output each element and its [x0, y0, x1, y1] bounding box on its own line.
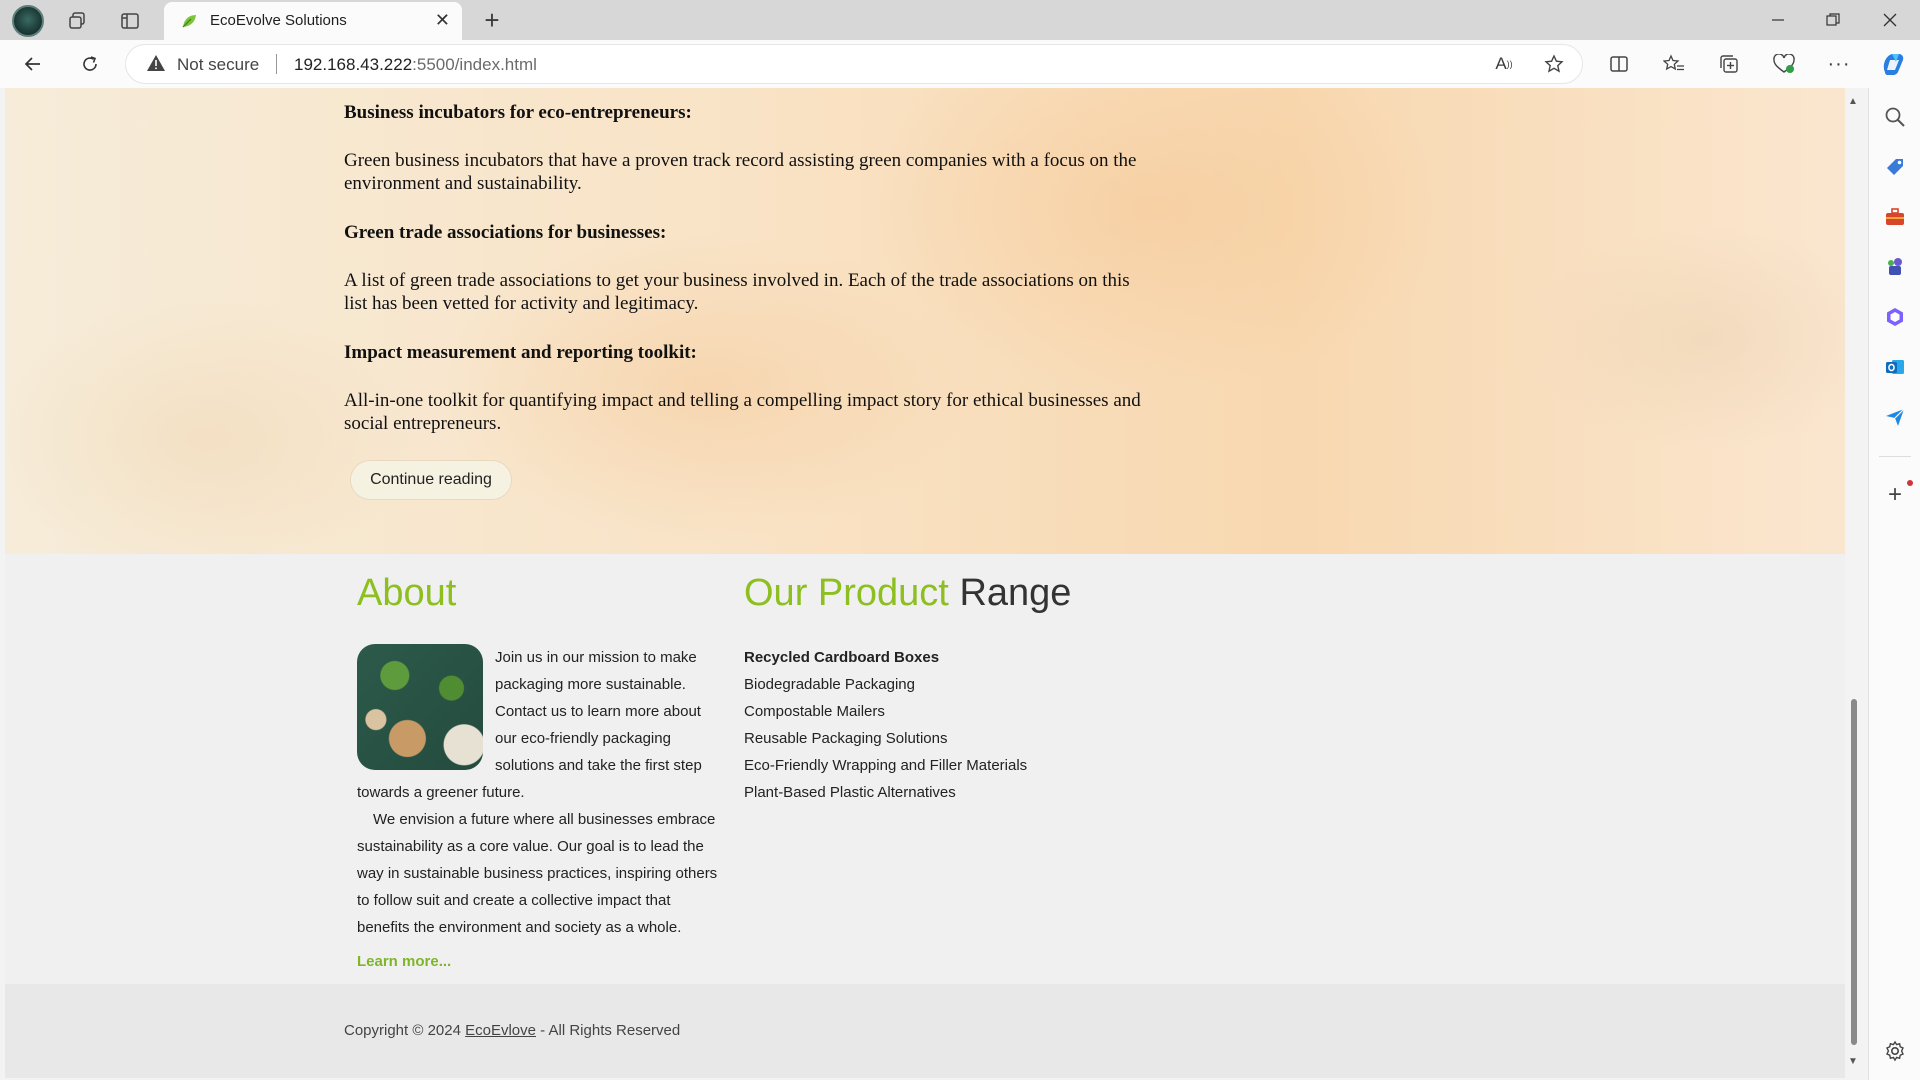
profile-avatar[interactable]: [12, 5, 44, 37]
scroll-up-arrow[interactable]: ▲: [1848, 96, 1858, 107]
close-tab-icon[interactable]: ✕: [435, 10, 450, 31]
about-text: Join us in our mission to make packaging…: [357, 644, 722, 941]
section-heading-impact-toolkit: Impact measurement and reporting toolkit…: [344, 342, 697, 363]
section-text-impact-toolkit: All-in-one toolkit for quantifying impac…: [344, 390, 1141, 434]
games-icon[interactable]: [1882, 254, 1908, 280]
settings-gear-icon[interactable]: [1882, 1038, 1908, 1064]
tab-title: EcoEvolve Solutions: [210, 12, 347, 29]
read-aloud-icon[interactable]: A)): [1492, 52, 1516, 76]
send-icon[interactable]: [1882, 404, 1908, 430]
new-tab-button[interactable]: +: [478, 5, 506, 35]
copyright-suffix: - All Rights Reserved: [536, 1022, 681, 1039]
page-viewport: Business incubators for eco-entrepreneur…: [5, 88, 1845, 1078]
about-heading: About: [357, 572, 457, 614]
url-text[interactable]: 192.168.43.222:5500/index.html: [294, 55, 537, 75]
product-item: Compostable Mailers: [744, 703, 885, 720]
warning-icon[interactable]: [146, 54, 166, 77]
more-options-icon[interactable]: ···: [1826, 51, 1852, 77]
workspaces-icon[interactable]: [64, 8, 90, 34]
favorite-star-icon[interactable]: [1542, 52, 1566, 76]
vertical-tabs-icon[interactable]: [117, 8, 143, 34]
copilot-icon[interactable]: [1878, 49, 1908, 79]
tab-active[interactable]: EcoEvolve Solutions ✕: [164, 2, 462, 40]
section-heading-incubators: Business incubators for eco-entrepreneur…: [344, 102, 692, 123]
shopping-tag-icon[interactable]: [1882, 154, 1908, 180]
url-host: 192.168.43.222: [294, 55, 413, 74]
product-item: Recycled Cardboard Boxes: [744, 649, 940, 666]
eco-packaging-image: [357, 644, 483, 770]
section-heading-trade-associations: Green trade associations for businesses:: [344, 222, 667, 243]
product-range-heading-green: Our Product: [744, 572, 949, 614]
copyright-prefix: Copyright © 2024: [344, 1022, 466, 1039]
restore-button[interactable]: [1821, 8, 1845, 32]
hero-section: Business incubators for eco-entrepreneur…: [5, 88, 1845, 554]
learn-more-link[interactable]: Learn more...: [357, 953, 451, 970]
navigation-bar: Not secure 192.168.43.222:5500/index.htm…: [0, 40, 1920, 88]
search-icon[interactable]: [1882, 104, 1908, 130]
favorites-icon[interactable]: [1661, 51, 1687, 77]
product-range-heading: Our Product Range: [744, 572, 1071, 615]
tools-briefcase-icon[interactable]: [1882, 204, 1908, 230]
split-screen-icon[interactable]: [1606, 51, 1632, 77]
continue-reading-button[interactable]: Continue reading: [351, 461, 511, 499]
sidebar-divider: [1879, 456, 1911, 457]
scroll-down-arrow[interactable]: ▼: [1848, 1056, 1858, 1067]
outlook-icon[interactable]: [1882, 354, 1908, 380]
divider: [276, 54, 277, 74]
brand-link[interactable]: EcoEvlove: [465, 1022, 536, 1039]
browser-essentials-icon[interactable]: [1771, 51, 1797, 77]
footer: [5, 984, 1845, 1078]
scrollbar-thumb[interactable]: [1851, 699, 1857, 1045]
leaf-icon: [180, 12, 198, 30]
collections-icon[interactable]: [1716, 51, 1742, 77]
url-path: :5500/index.html: [412, 55, 537, 74]
section-text-incubators: Green business incubators that have a pr…: [344, 150, 1137, 194]
address-bar[interactable]: Not secure 192.168.43.222:5500/index.htm…: [126, 45, 1582, 83]
edge-sidebar: +: [1868, 88, 1920, 1080]
close-window-button[interactable]: [1878, 8, 1902, 32]
refresh-icon[interactable]: [77, 51, 103, 77]
product-item: Eco-Friendly Wrapping and Filler Materia…: [744, 757, 1028, 774]
product-range-heading-dark: Range: [959, 572, 1072, 614]
product-item: Reusable Packaging Solutions: [744, 730, 948, 747]
security-label[interactable]: Not secure: [177, 55, 259, 75]
product-item: Biodegradable Packaging: [744, 676, 915, 693]
resources-article: Business incubators for eco-entrepreneur…: [344, 102, 1144, 462]
tab-strip: EcoEvolve Solutions ✕ +: [0, 0, 1920, 40]
add-sidebar-app-icon[interactable]: +: [1882, 481, 1908, 508]
minimize-button[interactable]: [1766, 8, 1790, 32]
back-arrow-icon[interactable]: [20, 51, 46, 77]
about-paragraph-2: We envision a future where all businesse…: [357, 811, 718, 936]
product-item: Plant-Based Plastic Alternatives: [744, 784, 956, 801]
section-text-trade-associations: A list of green trade associations to ge…: [344, 270, 1130, 314]
product-list: Recycled Cardboard Boxes Biodegradable P…: [744, 644, 1027, 806]
microsoft-365-icon[interactable]: [1882, 304, 1908, 330]
copyright-text: Copyright © 2024 EcoEvlove - All Rights …: [344, 1022, 680, 1039]
notification-dot: [1907, 480, 1913, 486]
